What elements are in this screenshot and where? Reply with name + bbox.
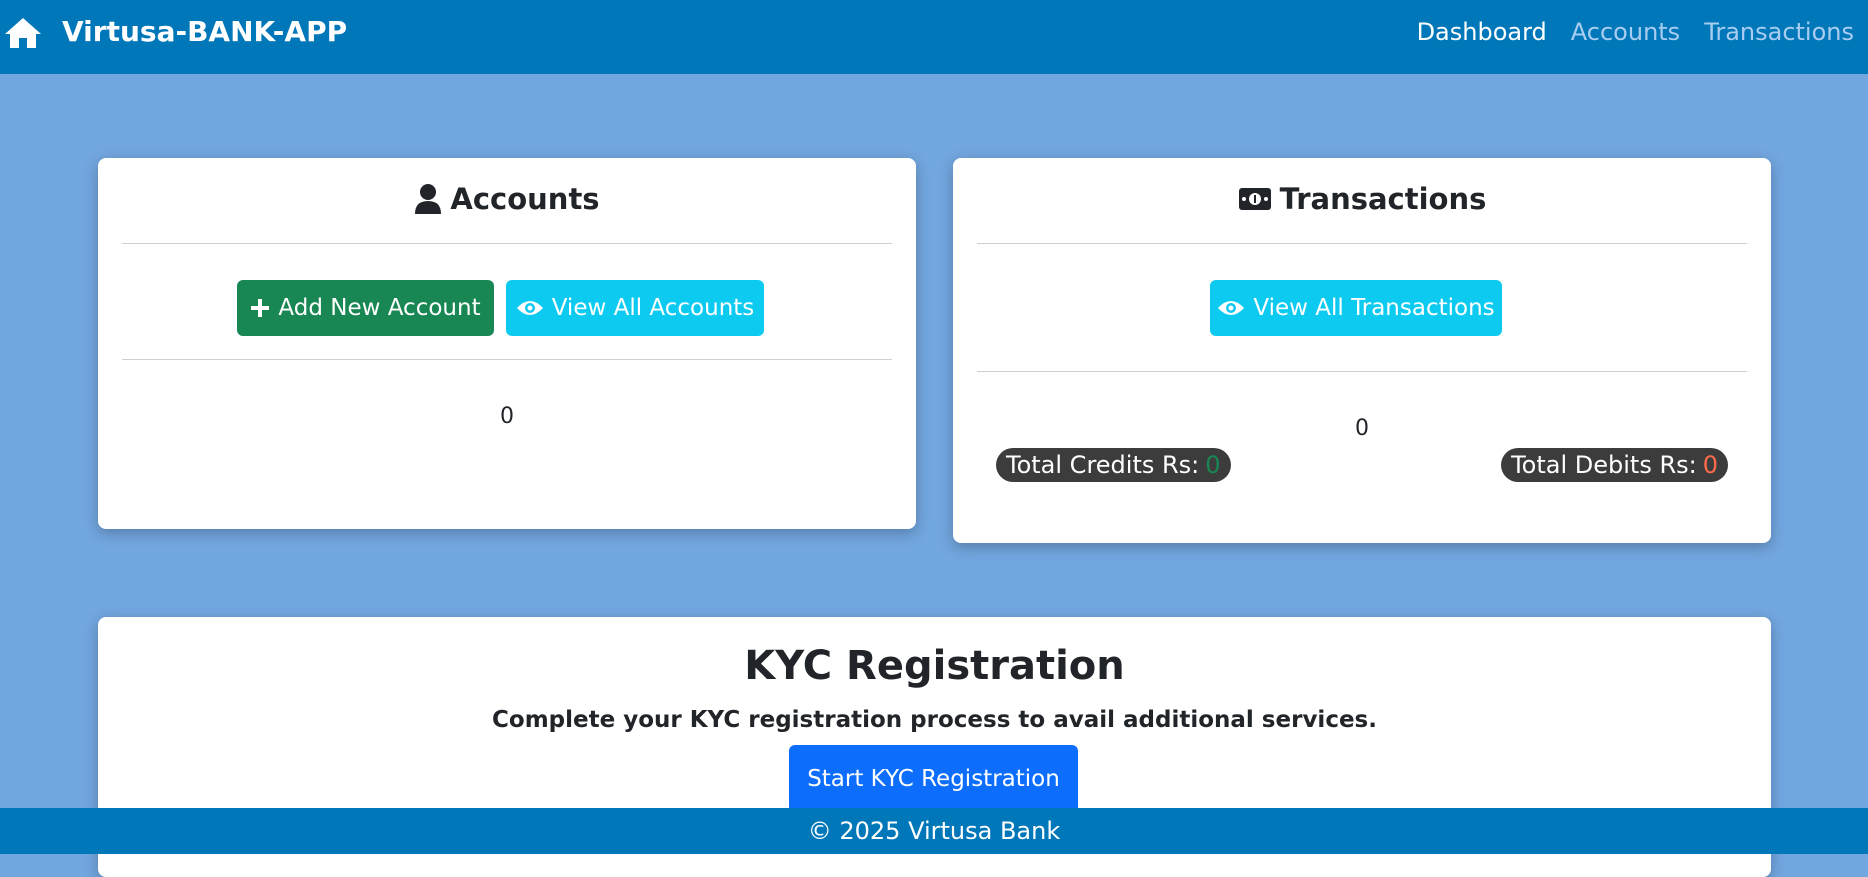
home-icon[interactable] (3, 16, 43, 50)
view-all-accounts-button[interactable]: View All Accounts (506, 280, 764, 336)
divider (977, 243, 1747, 244)
navbar: Virtusa-BANK-APP Dashboard Accounts Tran… (0, 0, 1868, 74)
divider (122, 243, 892, 244)
add-new-account-label: Add New Account (278, 295, 481, 321)
accounts-title-text: Accounts (450, 182, 600, 216)
money-bill-icon (1238, 188, 1271, 210)
kyc-description: Complete your KYC registration process t… (492, 707, 1377, 733)
accounts-card: Accounts Add New Account View All Accoun… (98, 158, 916, 529)
nav-link-transactions[interactable]: Transactions (1704, 18, 1854, 46)
divider (977, 371, 1747, 372)
transactions-title-text: Transactions (1279, 182, 1487, 216)
total-credits-value: 0 (1205, 451, 1221, 479)
accounts-count: 0 (500, 404, 514, 429)
add-new-account-button[interactable]: Add New Account (237, 280, 494, 336)
view-all-transactions-button[interactable]: View All Transactions (1210, 280, 1502, 336)
plus-icon (251, 299, 270, 317)
accounts-card-title: Accounts (98, 182, 916, 216)
transactions-card: Transactions View All Transactions 0 Tot… (953, 158, 1771, 543)
nav-link-accounts[interactable]: Accounts (1571, 18, 1680, 46)
transactions-card-title: Transactions (953, 182, 1771, 216)
nav-links: Dashboard Accounts Transactions (1417, 18, 1854, 46)
eye-icon (1218, 301, 1245, 315)
total-debits-label: Total Debits Rs: (1511, 451, 1697, 479)
total-debits-badge: Total Debits Rs: 0 (1501, 448, 1728, 482)
eye-icon (516, 301, 543, 315)
total-credits-label: Total Credits Rs: (1006, 451, 1200, 479)
nav-link-dashboard[interactable]: Dashboard (1417, 18, 1547, 46)
start-kyc-registration-button[interactable]: Start KYC Registration (789, 745, 1078, 813)
total-debits-value: 0 (1702, 451, 1718, 479)
total-credits-badge: Total Credits Rs: 0 (996, 448, 1231, 482)
view-all-transactions-label: View All Transactions (1253, 295, 1495, 321)
divider (122, 359, 892, 360)
kyc-title: KYC Registration (744, 643, 1125, 689)
view-all-accounts-label: View All Accounts (551, 295, 755, 321)
user-icon (415, 184, 442, 214)
footer: © 2025 Virtusa Bank (0, 808, 1868, 854)
brand-title[interactable]: Virtusa-BANK-APP (62, 15, 347, 48)
transactions-count: 0 (1355, 416, 1369, 441)
